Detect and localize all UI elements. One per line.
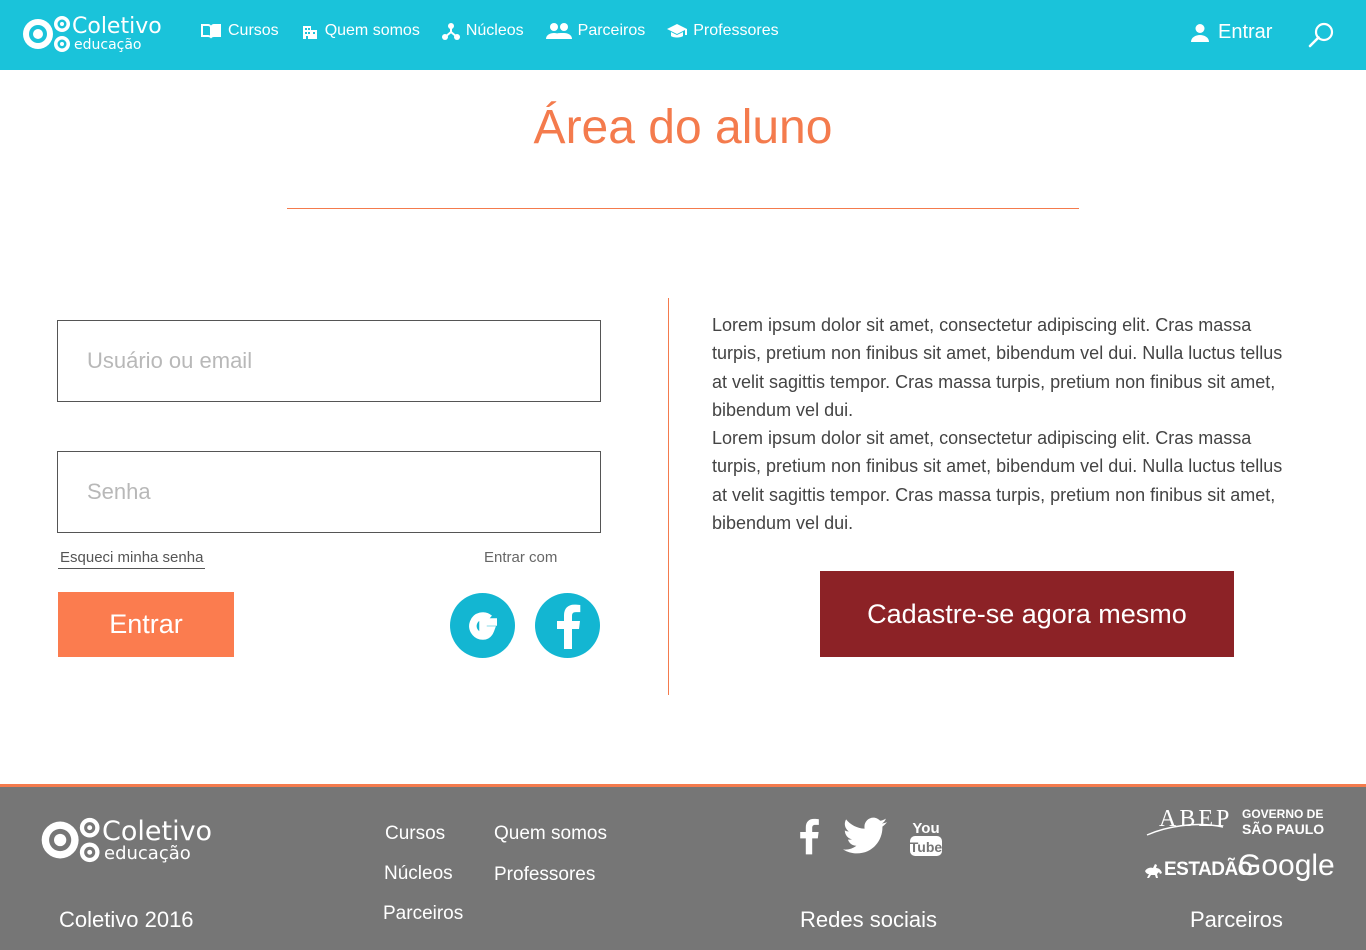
nav-item-quem-somos[interactable]: Quem somos (301, 22, 420, 40)
governo-line1: GOVERNO DE (1242, 807, 1324, 821)
nav-item-label: Professores (693, 22, 779, 39)
title-divider (287, 208, 1079, 209)
login-label: Entrar (1218, 21, 1273, 43)
graduation-cap-icon (667, 24, 688, 38)
main-nav: Cursos Quem somos Núcleos Parceiros Prof… (200, 22, 801, 40)
people-icon (545, 23, 572, 39)
info-paragraph: Lorem ipsum dolor sit amet, consectetur … (712, 428, 1283, 534)
nav-item-professores[interactable]: Professores (667, 22, 779, 40)
top-navbar: Coletivo educação Cursos Quem somos Núcl… (0, 0, 1366, 70)
search-button[interactable] (1306, 20, 1336, 50)
partners-label: Parceiros (1190, 907, 1283, 932)
footer-link-cursos[interactable]: Cursos (385, 823, 445, 845)
footer-twitter-link[interactable] (843, 817, 887, 860)
building-icon (302, 26, 317, 39)
brand-name: Coletivo (72, 14, 162, 39)
facebook-icon (800, 818, 819, 855)
footer-brand-logo[interactable]: Coletivo educação (38, 815, 212, 865)
nav-item-label: Parceiros (577, 22, 646, 39)
nav-item-label: Cursos (228, 22, 279, 39)
nav-item-cursos[interactable]: Cursos (200, 22, 279, 40)
brand-tagline: educação (74, 37, 142, 53)
facebook-login-button[interactable] (535, 593, 600, 658)
book-icon (201, 24, 221, 39)
google-logo[interactable]: Google (1238, 849, 1335, 883)
footer-link-nucleos[interactable]: Núcleos (384, 863, 453, 885)
login-link[interactable]: Entrar (1190, 21, 1272, 44)
footer-facebook-link[interactable] (797, 817, 821, 860)
user-icon (1191, 23, 1209, 42)
footer-youtube-link[interactable]: You Tube (909, 817, 943, 862)
footer-link-professores[interactable]: Professores (494, 864, 595, 886)
nav-item-nucleos[interactable]: Núcleos (441, 22, 524, 40)
nav-item-label: Núcleos (465, 22, 524, 39)
twitter-icon (843, 817, 887, 854)
governo-line2: SÃO PAULO (1242, 821, 1325, 837)
enter-with-label: Entrar com (484, 549, 558, 566)
governo-sp-logo[interactable]: GOVERNO DE SÃO PAULO (1242, 807, 1324, 837)
footer: Coletivo educação Coletivo 2016 Cursos N… (0, 784, 1366, 950)
footer-link-quem-somos[interactable]: Quem somos (494, 823, 607, 845)
password-input[interactable] (57, 451, 601, 533)
vertical-divider (668, 298, 669, 695)
footer-link-parceiros[interactable]: Parceiros (383, 903, 463, 925)
nav-item-parceiros[interactable]: Parceiros (545, 22, 646, 40)
abep-text: ABEP (1159, 806, 1233, 832)
svg-text:You: You (912, 820, 939, 837)
footer-brand-name: Coletivo (102, 815, 213, 847)
copyright: Coletivo 2016 (59, 907, 194, 932)
forgot-password-link[interactable]: Esqueci minha senha (58, 549, 206, 569)
estadao-logo[interactable]: ESTADÃO (1144, 859, 1252, 881)
google-login-button[interactable] (450, 593, 515, 658)
info-text: Lorem ipsum dolor sit amet, consectetur … (712, 311, 1292, 537)
enter-button[interactable]: Entrar (58, 592, 234, 657)
footer-brand-tagline: educação (104, 842, 191, 864)
search-icon (1308, 22, 1334, 48)
gears-logo-icon (23, 16, 70, 52)
info-paragraph: Lorem ipsum dolor sit amet, consectetur … (712, 315, 1283, 420)
abep-logo[interactable]: ABEP (1145, 806, 1229, 844)
youtube-icon: You Tube (910, 820, 943, 856)
facebook-icon (556, 604, 580, 649)
social-label: Redes sociais (800, 907, 937, 932)
page-title: Área do aluno (533, 101, 833, 154)
gears-logo-icon (41, 817, 100, 863)
hub-icon (441, 23, 460, 40)
nav-item-label: Quem somos (324, 22, 420, 39)
google-icon (468, 611, 497, 640)
svg-text:Tube: Tube (910, 839, 943, 855)
brand-logo[interactable]: Coletivo educação (20, 14, 162, 54)
horse-rider-icon (1145, 864, 1162, 878)
register-button[interactable]: Cadastre-se agora mesmo (820, 571, 1234, 657)
username-input[interactable] (57, 320, 601, 402)
